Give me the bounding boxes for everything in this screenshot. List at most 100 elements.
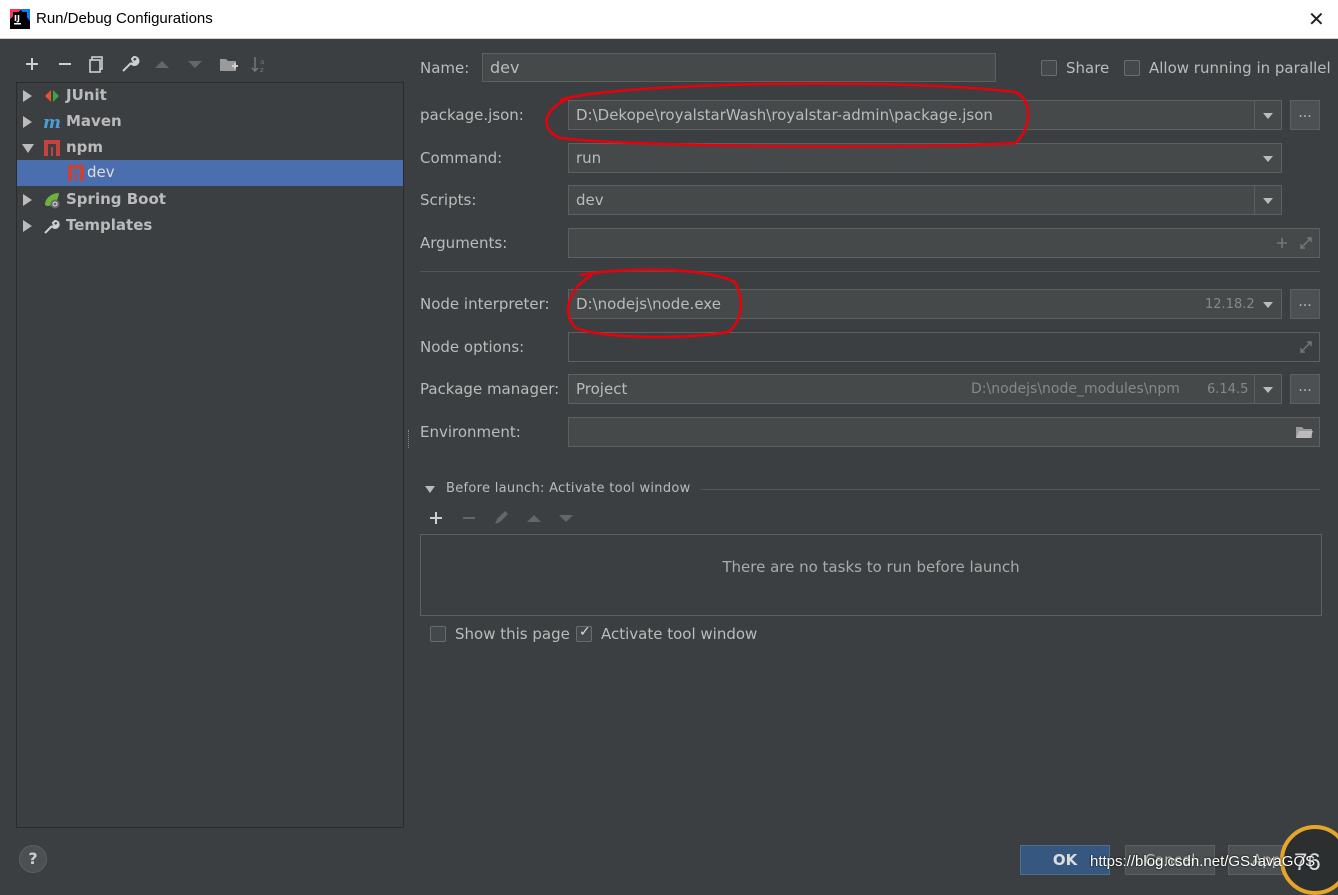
tree-item-spring-boot[interactable]: Spring Boot (17, 187, 403, 213)
arguments-field[interactable] (568, 228, 1320, 258)
activate-tool-window-checkbox[interactable] (576, 624, 592, 642)
expand-icon[interactable] (1299, 340, 1313, 354)
show-this-page-label: Show this page (455, 625, 570, 643)
separator (700, 489, 1320, 490)
move-up-icon[interactable] (151, 53, 173, 75)
package-manager-path: D:\nodejs\node_modules\npm (971, 381, 1180, 397)
window-title: Run/Debug Configurations (36, 10, 213, 27)
dropdown-arrow-icon[interactable] (1254, 186, 1281, 214)
tree-item-npm[interactable]: npm (17, 135, 403, 161)
command-value: run (576, 149, 602, 167)
collapse-arrow-icon[interactable] (425, 486, 435, 493)
wrench-icon (44, 220, 60, 234)
tree-item-templates[interactable]: Templates (17, 213, 403, 239)
npm-icon (44, 140, 60, 156)
maven-icon: m (43, 113, 61, 131)
remove-icon[interactable] (460, 509, 478, 527)
help-button[interactable]: ? (19, 845, 47, 873)
tree-item-label: Templates (66, 216, 153, 234)
package-json-combobox[interactable]: D:\Dekope\royalstarWash\royalstar-admin\… (568, 100, 1282, 130)
configuration-tree[interactable]: JUnit m Maven npm dev Spring Boot Templa… (16, 82, 404, 828)
wrench-icon[interactable] (119, 53, 141, 75)
node-interpreter-label: Node interpreter: (420, 295, 550, 313)
before-launch-task-list[interactable]: There are no tasks to run before launch (420, 534, 1322, 616)
copy-icon[interactable] (86, 53, 108, 75)
svg-text:m: m (43, 113, 61, 131)
command-label: Command: (420, 149, 503, 167)
sort-icon[interactable]: az (249, 53, 271, 75)
separator (420, 271, 1320, 272)
scripts-value: dev (576, 191, 604, 209)
svg-text:IJ: IJ (14, 14, 20, 23)
panel-splitter[interactable] (408, 430, 412, 448)
package-json-value: D:\Dekope\royalstarWash\royalstar-admin\… (576, 106, 993, 124)
move-down-icon[interactable] (184, 53, 206, 75)
tree-item-label: dev (87, 163, 115, 181)
share-label: Share (1066, 59, 1110, 77)
node-interpreter-value: D:\nodejs\node.exe (576, 295, 721, 313)
package-manager-label: Package manager: (420, 380, 560, 398)
name-field[interactable]: dev (482, 53, 996, 82)
package-manager-combobox[interactable]: Project D:\nodejs\node_modules\npm 6.14.… (568, 374, 1282, 404)
arguments-label: Arguments: (420, 234, 508, 252)
node-interpreter-combobox[interactable]: D:\nodejs\node.exe 12.18.2 (568, 289, 1282, 319)
tree-item-junit[interactable]: JUnit (17, 83, 403, 109)
dropdown-arrow-icon[interactable] (1255, 290, 1281, 318)
spring-boot-icon (45, 193, 60, 209)
add-icon[interactable] (1275, 236, 1289, 250)
new-folder-icon[interactable] (217, 53, 239, 75)
tree-item-dev[interactable]: dev (17, 160, 403, 186)
tree-item-label: npm (66, 138, 104, 156)
allow-parallel-label: Allow running in parallel (1149, 59, 1331, 77)
node-interpreter-browse-button[interactable]: ... (1290, 289, 1320, 319)
scripts-combobox[interactable]: dev (568, 185, 1282, 215)
intellij-app-icon: IJ (10, 9, 30, 29)
name-label: Name: (420, 59, 470, 77)
svg-text:z: z (260, 66, 264, 74)
package-manager-value: Project (576, 380, 628, 398)
empty-tasks-message: There are no tasks to run before launch (722, 558, 1020, 576)
package-manager-version: 6.14.5 (1207, 382, 1249, 397)
close-icon[interactable]: ✕ (1308, 9, 1325, 29)
title-bar: IJ Run/Debug Configurations ✕ (0, 0, 1338, 39)
package-json-label: package.json: (420, 106, 524, 124)
folder-icon[interactable] (1295, 424, 1313, 440)
dropdown-arrow-icon[interactable] (1254, 101, 1281, 129)
before-launch-title[interactable]: Before launch: Activate tool window (446, 481, 691, 496)
tree-item-label: Maven (66, 112, 122, 130)
tree-item-maven[interactable]: m Maven (17, 109, 403, 135)
expand-arrow-icon[interactable] (23, 220, 32, 232)
name-field-value: dev (490, 58, 520, 77)
environment-label: Environment: (420, 423, 521, 441)
collapse-arrow-icon[interactable] (22, 144, 34, 153)
activate-tool-window-label: Activate tool window (601, 625, 758, 643)
junit-icon (45, 90, 59, 102)
move-up-icon[interactable] (525, 509, 543, 527)
package-manager-browse-button[interactable]: ... (1290, 374, 1320, 404)
expand-icon[interactable] (1299, 236, 1313, 250)
command-select[interactable]: run (568, 143, 1282, 173)
dropdown-arrow-icon[interactable] (1255, 144, 1281, 172)
watermark: https://blog.csdn.net/GSJavaGOS (1090, 853, 1316, 870)
node-options-field[interactable] (568, 332, 1320, 362)
move-down-icon[interactable] (557, 509, 575, 527)
share-checkbox[interactable] (1041, 60, 1057, 76)
tree-item-label: Spring Boot (66, 190, 166, 208)
remove-icon[interactable] (54, 53, 76, 75)
expand-arrow-icon[interactable] (23, 90, 32, 102)
environment-field[interactable] (568, 417, 1320, 447)
add-icon[interactable] (21, 53, 43, 75)
dropdown-arrow-icon[interactable] (1254, 375, 1281, 403)
npm-icon (68, 165, 84, 181)
expand-arrow-icon[interactable] (23, 116, 32, 128)
scripts-label: Scripts: (420, 191, 477, 209)
node-version: 12.18.2 (1205, 297, 1255, 312)
edit-icon[interactable] (492, 509, 510, 527)
add-icon[interactable] (427, 509, 445, 527)
node-options-label: Node options: (420, 338, 525, 356)
show-this-page-checkbox[interactable] (430, 626, 446, 642)
allow-parallel-checkbox[interactable] (1124, 60, 1140, 76)
svg-text:a: a (260, 58, 264, 66)
expand-arrow-icon[interactable] (23, 194, 32, 206)
package-json-browse-button[interactable]: ... (1290, 100, 1320, 130)
